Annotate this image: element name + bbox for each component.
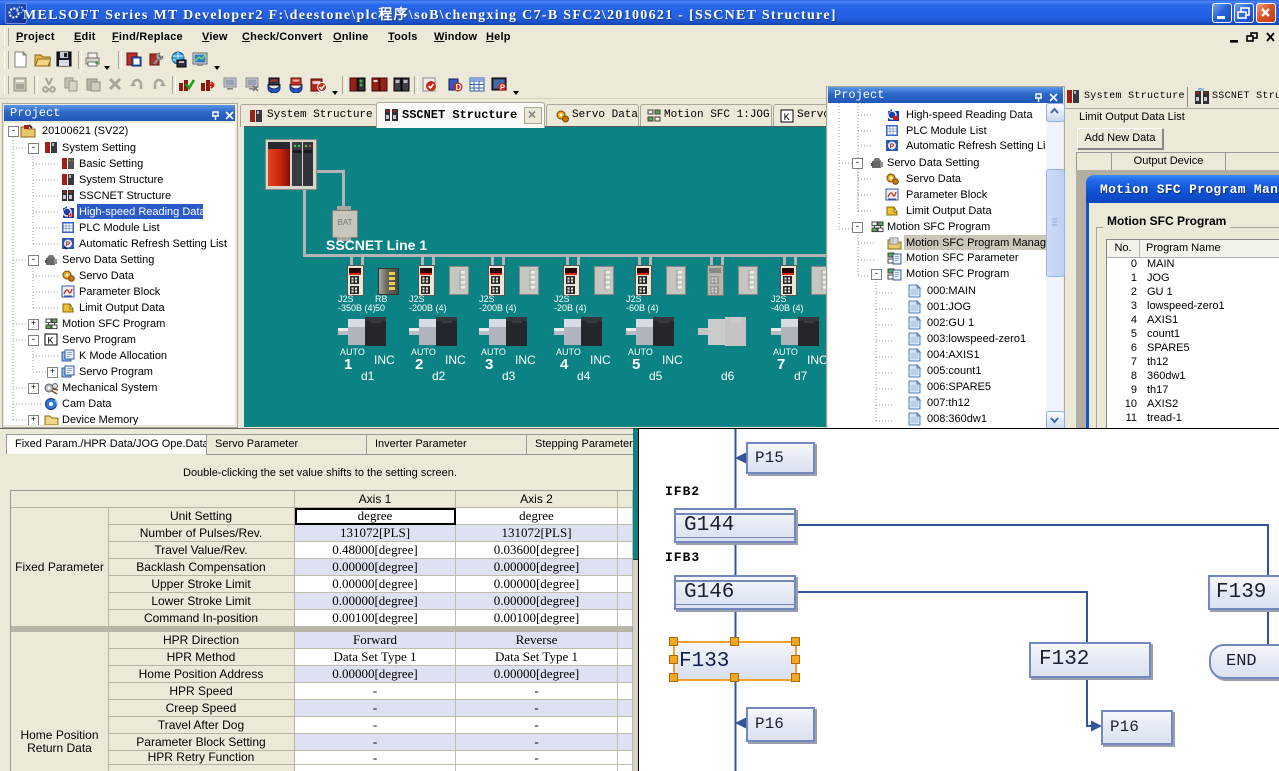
svg-text:D: D <box>69 213 73 219</box>
svg-text:K: K <box>784 113 790 123</box>
svg-text:K: K <box>47 336 53 346</box>
svg-text:P: P <box>66 241 71 248</box>
svg-text:P: P <box>500 83 505 92</box>
svg-text:D: D <box>456 83 462 92</box>
svg-text:MR: MR <box>1198 88 1204 93</box>
svg-text:P: P <box>890 143 895 150</box>
